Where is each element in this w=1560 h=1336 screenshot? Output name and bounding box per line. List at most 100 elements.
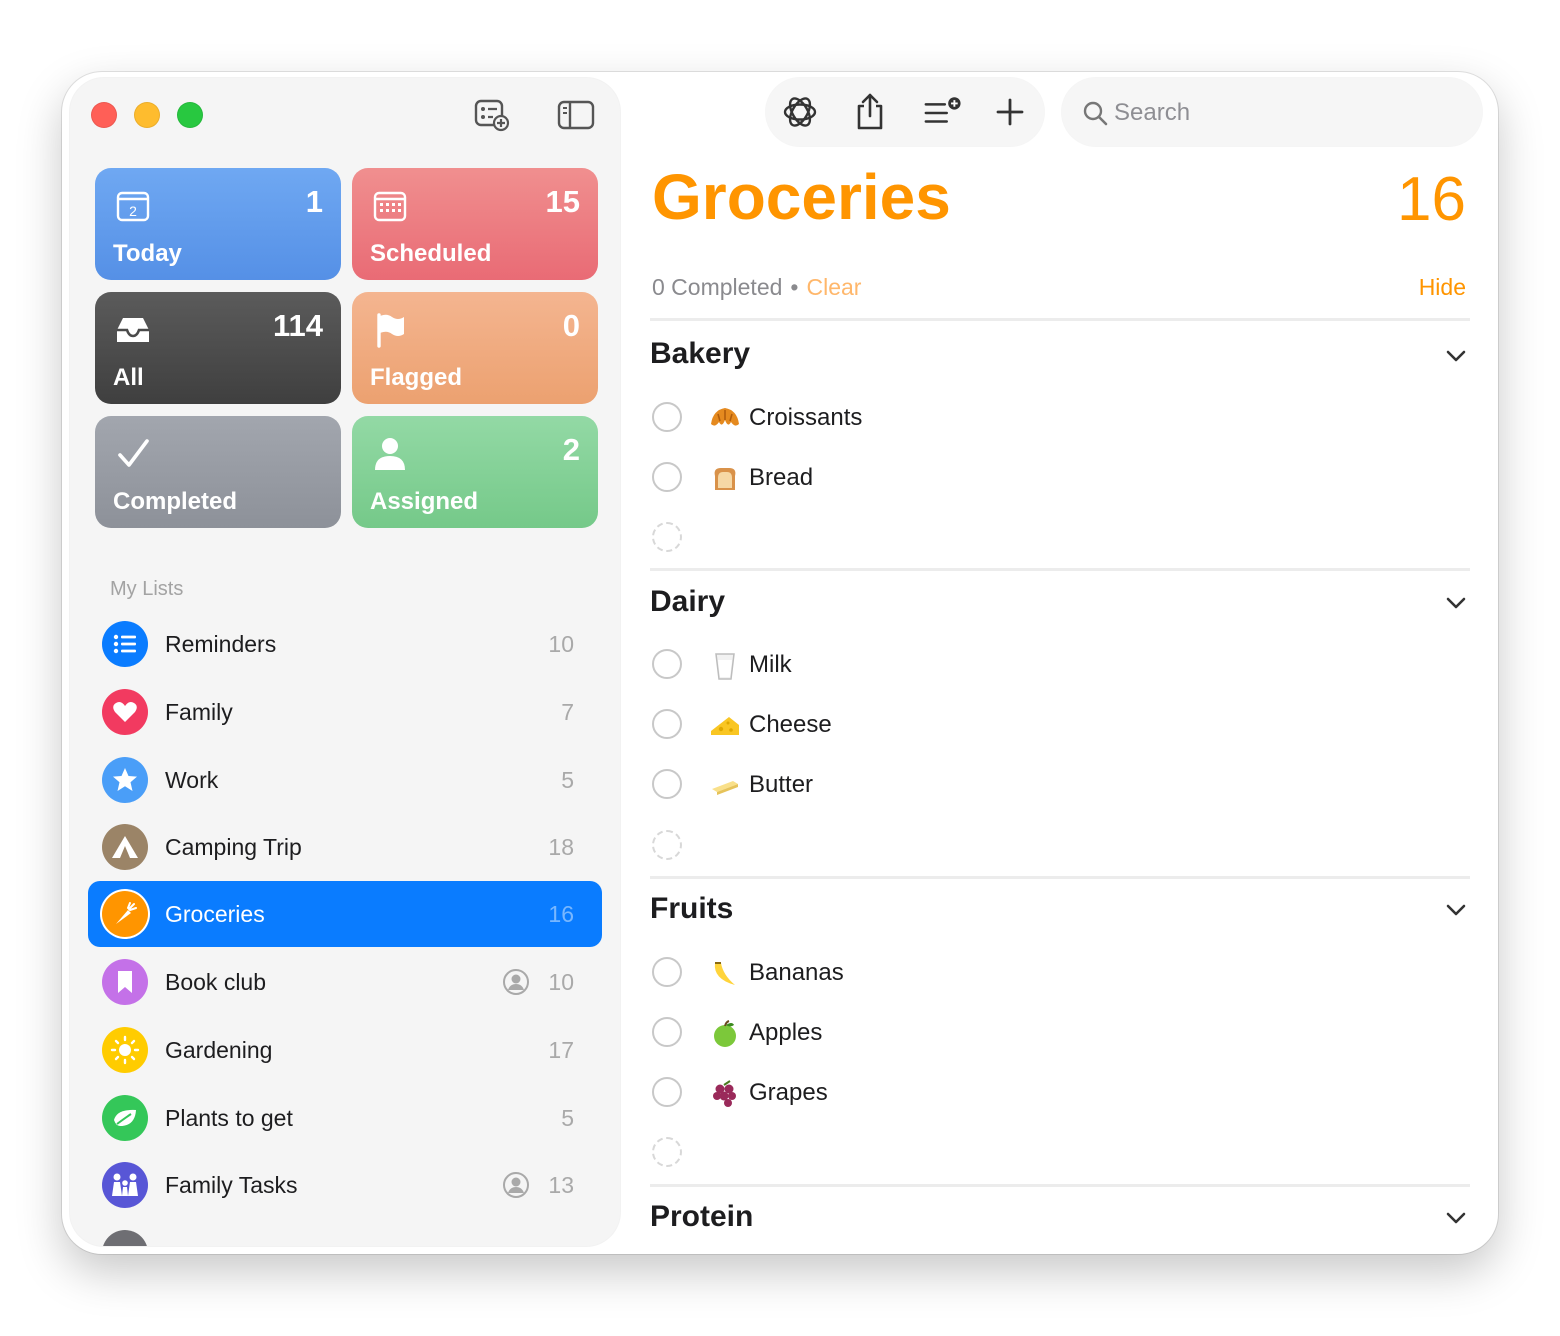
reminder-item: Grapes (652, 1071, 1432, 1117)
family-icon (102, 1162, 148, 1208)
openai-icon (783, 97, 817, 127)
chevron-down-icon[interactable] (1444, 591, 1468, 615)
hide-completed-link[interactable]: Hide (1419, 274, 1466, 301)
list-icon (102, 1230, 148, 1246)
person-icon (370, 434, 410, 474)
list-name: Family (165, 699, 233, 725)
list-name: Book club (165, 969, 267, 995)
search-field[interactable] (1062, 78, 1482, 146)
chevron-down-icon[interactable] (1444, 1206, 1468, 1230)
smart-list-scheduled[interactable]: 15 Scheduled (352, 168, 598, 280)
today-label: Today (113, 240, 182, 267)
new-reminder-checkbox[interactable] (652, 1137, 682, 1167)
close-window-button[interactable] (91, 102, 117, 128)
sidebar-list-partial[interactable] (88, 1220, 602, 1246)
sidebar-list-reminders[interactable]: Reminders 10 (88, 611, 602, 677)
grapes-icon (708, 1077, 742, 1111)
reminder-item: Croissants (652, 396, 1432, 442)
list-bullet-icon (102, 621, 148, 667)
sidebar-list-camping-trip[interactable]: Camping Trip 18 (88, 814, 602, 880)
list-name: Plants to get (165, 1105, 293, 1131)
sidebar-list-plants-to-get[interactable]: Plants to get 5 (88, 1085, 602, 1151)
reminder-checkbox[interactable] (652, 462, 682, 492)
section-header-protein[interactable]: Protein (650, 1200, 753, 1234)
leaf-icon (102, 1095, 148, 1141)
chevron-down-icon[interactable] (1444, 344, 1468, 368)
reminder-checkbox[interactable] (652, 769, 682, 799)
minimize-window-button[interactable] (134, 102, 160, 128)
sidebar-list-gardening[interactable]: Gardening 17 (88, 1017, 602, 1083)
toggle-sidebar-button[interactable] (556, 96, 596, 134)
new-reminder-row[interactable] (652, 824, 1432, 870)
reminder-title[interactable]: Milk (749, 651, 792, 679)
list-title: Groceries (652, 161, 951, 233)
reminder-checkbox[interactable] (652, 1017, 682, 1047)
new-list-button[interactable] (472, 96, 512, 134)
reminder-title[interactable]: Bread (749, 464, 813, 492)
chevron-down-icon[interactable] (1444, 898, 1468, 922)
shared-person-icon (503, 1172, 529, 1198)
sidebar-list-family[interactable]: Family 7 (88, 679, 602, 745)
reminder-item: Apples (652, 1011, 1432, 1057)
tent-icon (102, 824, 148, 870)
list-name: Camping Trip (165, 834, 302, 860)
section-header-bakery[interactable]: Bakery (650, 337, 750, 371)
reminder-title[interactable]: Bananas (749, 959, 844, 987)
bread-icon (708, 462, 742, 496)
add-reminder-button[interactable] (990, 92, 1030, 132)
sidebar: 2 1 Today 15 Scheduled 114 All 0 Flagged… (70, 78, 620, 1246)
smart-list-today[interactable]: 2 1 Today (95, 168, 341, 280)
reminder-checkbox[interactable] (652, 957, 682, 987)
reminder-checkbox[interactable] (652, 1077, 682, 1107)
reminder-title[interactable]: Croissants (749, 404, 862, 432)
divider (650, 318, 1470, 321)
clear-completed-link[interactable]: Clear (806, 274, 861, 300)
smart-list-completed[interactable]: Completed (95, 416, 341, 528)
search-input[interactable] (1112, 94, 1456, 132)
new-reminder-checkbox[interactable] (652, 830, 682, 860)
reminder-title[interactable]: Apples (749, 1019, 822, 1047)
flag-icon (370, 310, 410, 350)
section-header-dairy[interactable]: Dairy (650, 585, 725, 619)
shared-person-icon (503, 969, 529, 995)
new-reminder-checkbox[interactable] (652, 522, 682, 552)
reminder-item: Butter (652, 763, 1432, 809)
reminder-checkbox[interactable] (652, 709, 682, 739)
reminder-title[interactable]: Butter (749, 771, 813, 799)
completed-label: Completed (113, 488, 238, 515)
sidebar-list-groceries[interactable]: Groceries 16 (88, 881, 602, 947)
flagged-label: Flagged (370, 364, 463, 391)
assigned-label: Assigned (370, 488, 479, 515)
zoom-window-button[interactable] (177, 102, 203, 128)
list-count: 17 (548, 1037, 574, 1063)
reminder-checkbox[interactable] (652, 402, 682, 432)
list-name: Work (165, 767, 219, 793)
list-count: 5 (561, 767, 574, 793)
share-button[interactable] (850, 92, 890, 132)
reminder-title[interactable]: Grapes (749, 1079, 828, 1107)
new-reminder-row[interactable] (652, 516, 1432, 562)
reminder-title[interactable]: Cheese (749, 711, 832, 739)
sidebar-list-family-tasks[interactable]: Family Tasks 13 (88, 1152, 602, 1218)
chatgpt-button[interactable] (780, 92, 820, 132)
smart-list-all[interactable]: 114 All (95, 292, 341, 404)
add-section-button[interactable] (922, 92, 962, 132)
divider (650, 568, 1470, 571)
smart-list-assigned[interactable]: 2 Assigned (352, 416, 598, 528)
completed-count-text: 0 Completed (652, 274, 783, 300)
sidebar-list-book-club[interactable]: Book club 10 (88, 949, 602, 1015)
reminder-checkbox[interactable] (652, 649, 682, 679)
section-header-fruits[interactable]: Fruits (650, 892, 733, 926)
butter-icon (708, 769, 742, 803)
all-count: 114 (272, 308, 323, 343)
list-count: 5 (561, 1105, 574, 1131)
list-name: Reminders (165, 631, 277, 657)
reminder-item: Bread (652, 456, 1432, 502)
list-total-count: 16 (1397, 165, 1466, 234)
smart-list-flagged[interactable]: 0 Flagged (352, 292, 598, 404)
reminder-item: Cheese (652, 703, 1432, 749)
flagged-count: 0 (562, 308, 580, 343)
new-reminder-row[interactable] (652, 1131, 1432, 1177)
reminder-item: Bananas (652, 951, 1432, 997)
sidebar-list-work[interactable]: Work 5 (88, 747, 602, 813)
